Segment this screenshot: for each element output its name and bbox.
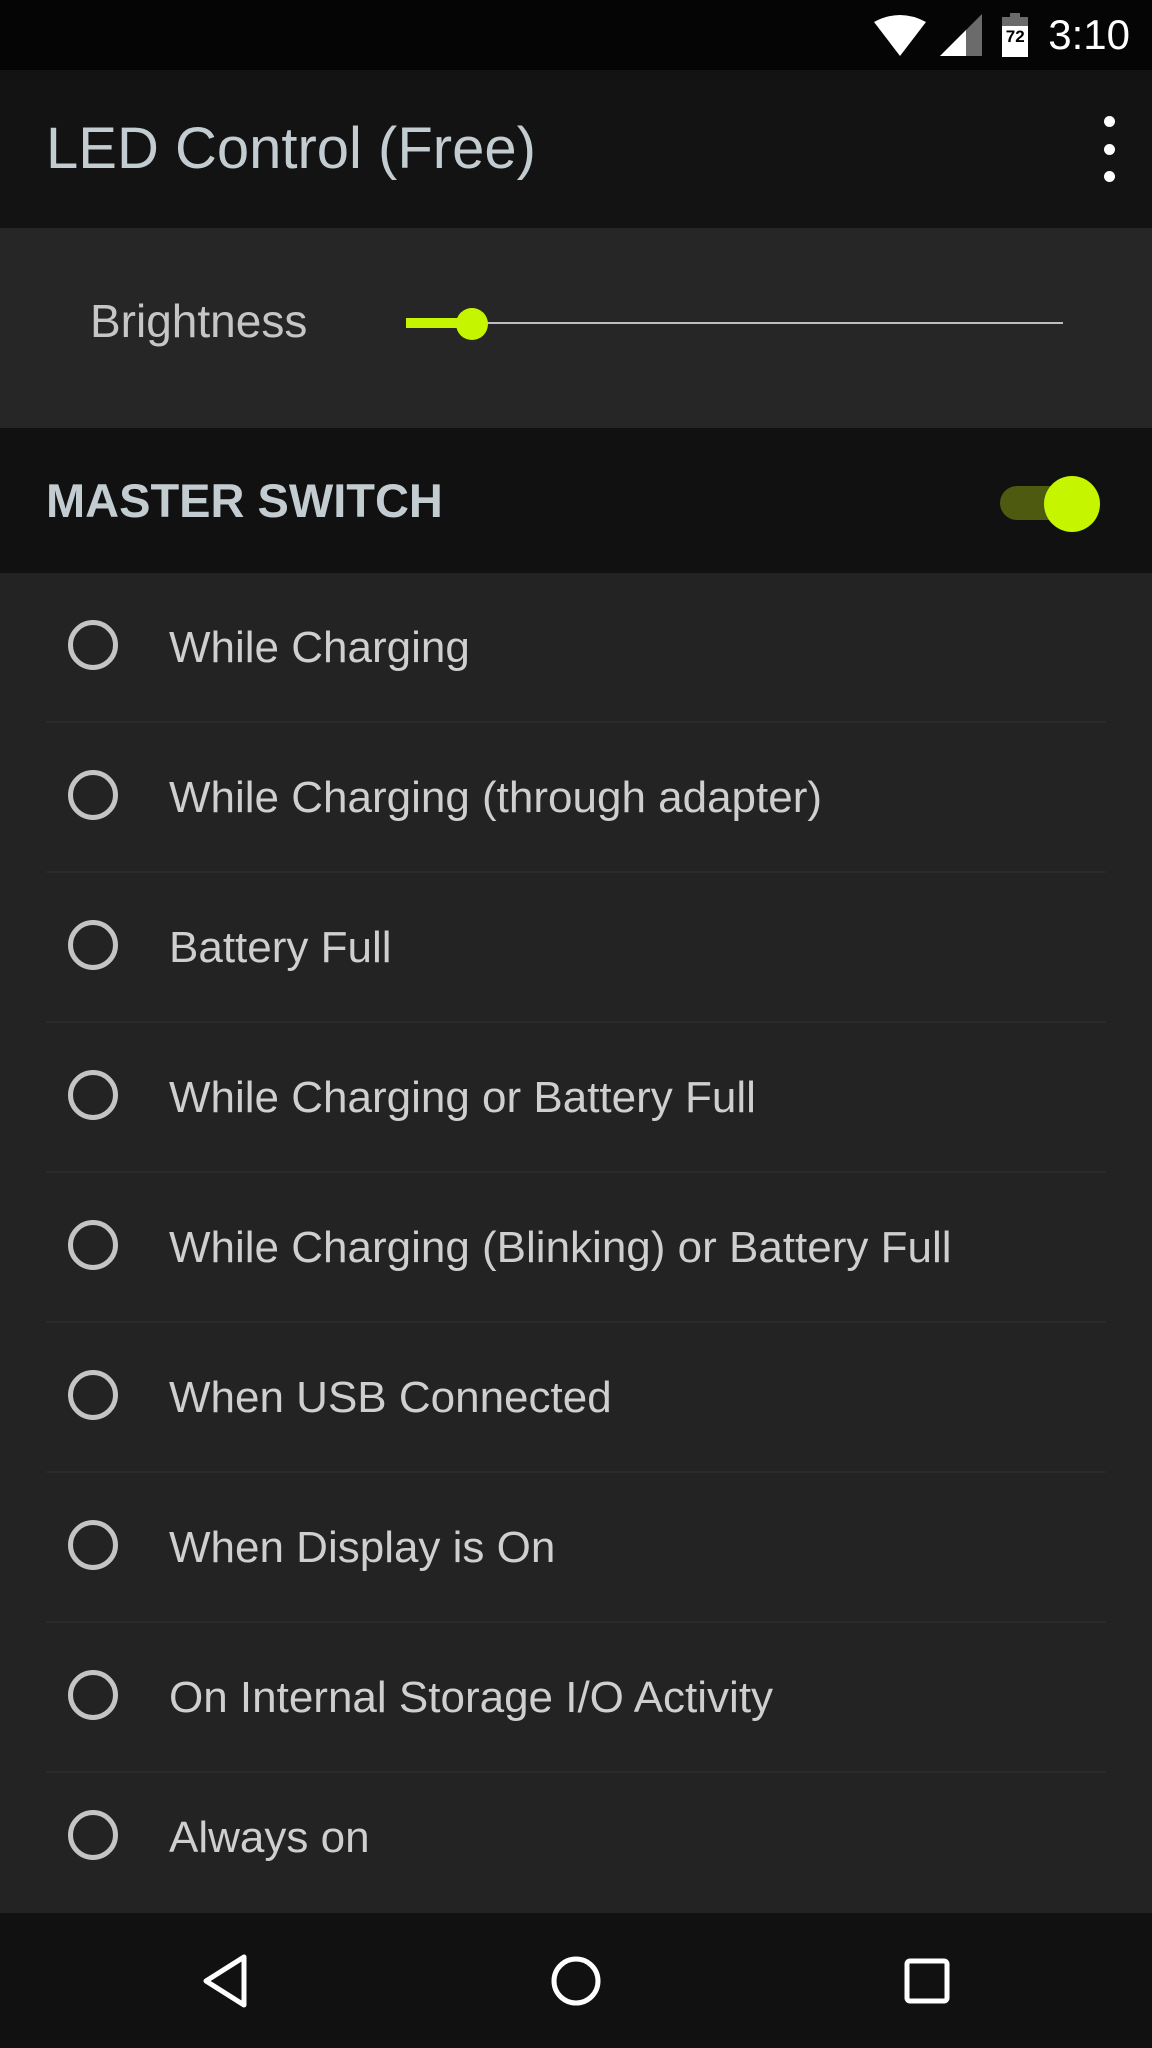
app-title: LED Control (Free) [46,116,536,181]
master-switch-toggle[interactable] [1000,476,1100,532]
option-label: When USB Connected [169,1373,612,1422]
option-label: Battery Full [169,923,392,972]
option-label: Always on [169,1813,370,1862]
back-icon [203,1954,247,2007]
option-row[interactable]: When USB Connected [0,1323,1152,1473]
cell-signal-icon [940,14,983,56]
option-row[interactable]: Always on [0,1763,1152,1913]
radio-button[interactable] [68,920,118,970]
option-label: While Charging [169,623,470,672]
option-row[interactable]: While Charging [0,573,1152,723]
option-label: When Display is On [169,1523,556,1572]
battery-icon: 72 [1002,13,1029,57]
navigation-bar [0,1913,1152,2048]
slider-track[interactable] [406,322,1063,324]
clock: 3:10 [1048,11,1130,58]
option-row[interactable]: On Internal Storage I/O Activity [0,1623,1152,1773]
option-row[interactable]: While Charging (Blinking) or Battery Ful… [0,1173,1152,1323]
wifi-icon [874,15,927,56]
more-vert-icon[interactable] [1094,116,1124,182]
slider-thumb[interactable] [456,308,488,340]
recents-icon [904,1958,950,2003]
brightness-slider[interactable] [406,308,1063,340]
option-row[interactable]: Battery Full [0,873,1152,1023]
option-label: While Charging (Blinking) or Battery Ful… [169,1223,952,1272]
option-label: On Internal Storage I/O Activity [169,1673,774,1722]
master-switch-row: MASTER SWITCH [0,428,1152,573]
option-row[interactable]: When Display is On [0,1473,1152,1623]
home-button[interactable] [496,1913,656,2048]
radio-button[interactable] [68,1670,118,1720]
radio-button[interactable] [68,1810,118,1860]
radio-button[interactable] [68,1520,118,1570]
status-bar: 72 3:10 [0,0,1152,70]
option-list: While Charging While Charging (through a… [0,573,1152,1913]
option-label: While Charging (through adapter) [169,773,823,822]
radio-button[interactable] [68,620,118,670]
option-row[interactable]: While Charging (through adapter) [0,723,1152,873]
radio-button[interactable] [68,770,118,820]
option-row[interactable]: While Charging or Battery Full [0,1023,1152,1173]
battery-level: 72 [1005,27,1025,46]
radio-button[interactable] [68,1220,118,1270]
master-switch-label: MASTER SWITCH [46,474,443,527]
toggle-thumb [1044,476,1100,532]
back-button[interactable] [145,1913,305,2048]
recents-button[interactable] [847,1913,1007,2048]
radio-button[interactable] [68,1070,118,1120]
brightness-label: Brightness [90,295,308,347]
home-icon [551,1956,601,2005]
app-bar: LED Control (Free) [0,70,1152,228]
option-label: While Charging or Battery Full [169,1073,756,1122]
radio-button[interactable] [68,1370,118,1420]
